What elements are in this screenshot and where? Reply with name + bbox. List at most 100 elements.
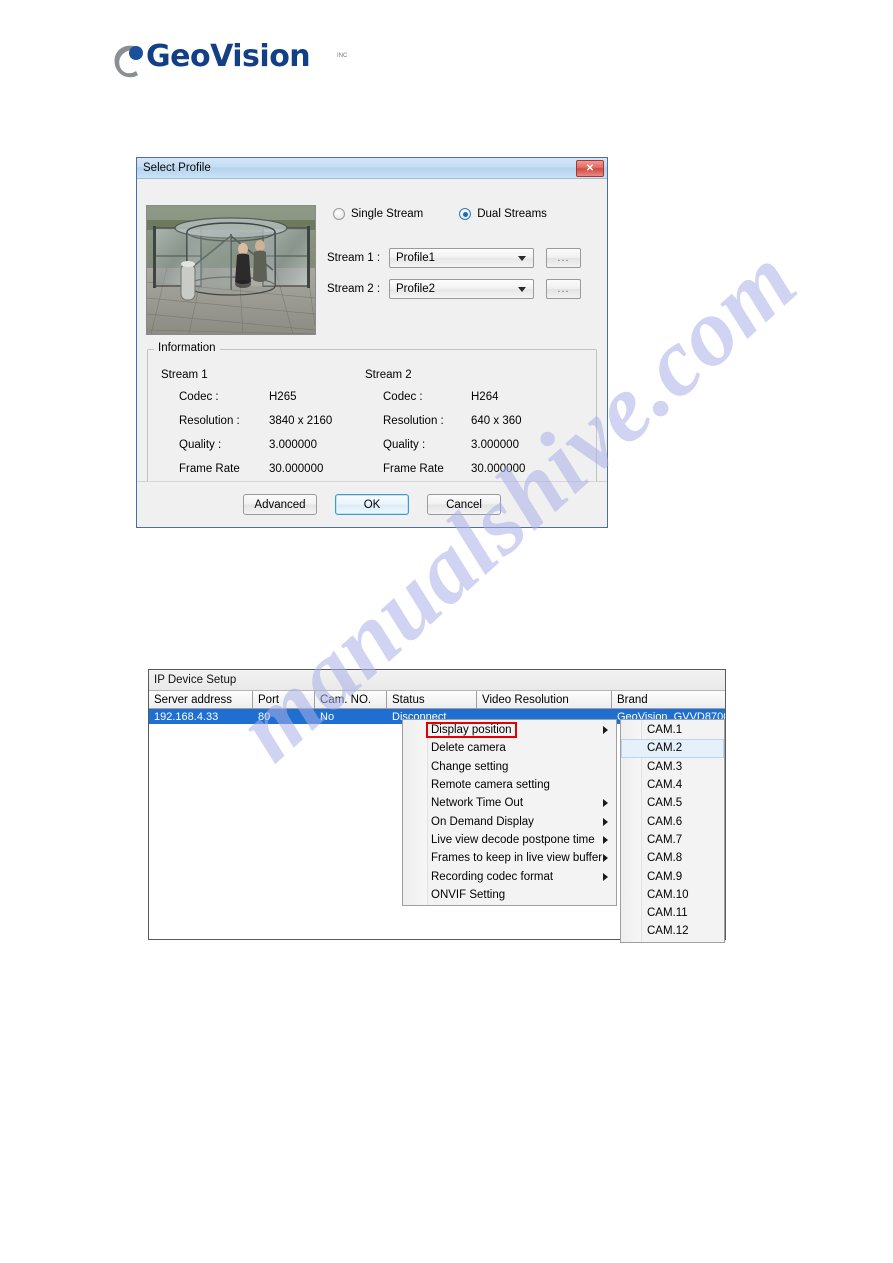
advanced-button[interactable]: Advanced	[243, 494, 317, 515]
stream-2-label: Stream 2 :	[327, 283, 381, 295]
submenu-item-cam-1[interactable]: CAM.1	[621, 721, 724, 739]
device-table-header: Server address Port Cam. NO. Status Vide…	[149, 691, 725, 709]
chevron-right-icon	[603, 817, 608, 826]
stream-1-codec-value: H265	[269, 391, 297, 403]
select-profile-titlebar[interactable]: Select Profile ✕	[137, 158, 607, 179]
submenu-item-cam-4[interactable]: CAM.4	[621, 776, 724, 794]
context-menu-item-label: Delete camera	[431, 742, 506, 755]
stream-1-framerate-key: Frame Rate	[179, 463, 240, 475]
geovision-logo-icon	[114, 45, 143, 78]
radio-dual-streams-indicator	[459, 208, 472, 220]
context-menu-item-label: On Demand Display	[431, 815, 534, 828]
submenu-item-cam-7[interactable]: CAM.7	[621, 831, 724, 849]
stream-1-framerate-value: 30.000000	[269, 463, 324, 475]
device-context-menu: Display position Delete camera Change se…	[402, 719, 617, 906]
stream-1-label: Stream 1 :	[327, 252, 381, 264]
radio-dual-streams-label: Dual Streams	[477, 208, 547, 220]
cancel-button[interactable]: Cancel	[427, 494, 501, 515]
stream-2-browse-button[interactable]: ...	[546, 279, 581, 299]
stream-2-codec-key: Codec :	[383, 391, 423, 403]
submenu-item-label: CAM.4	[647, 779, 683, 792]
context-menu-item-delete-camera[interactable]: Delete camera	[403, 739, 616, 757]
stream-1-quality-key: Quality :	[179, 439, 222, 451]
close-icon[interactable]: ✕	[576, 160, 604, 177]
context-menu-item-display-position[interactable]: Display position	[403, 721, 616, 739]
submenu-item-cam-2[interactable]: CAM.2	[621, 739, 724, 758]
submenu-item-label: CAM.2	[647, 742, 683, 755]
context-menu-item-change-setting[interactable]: Change setting	[403, 758, 616, 776]
stream-1-browse-button[interactable]: ...	[546, 248, 581, 268]
chevron-down-icon	[518, 255, 526, 261]
radio-single-stream[interactable]: Single Stream	[333, 208, 423, 220]
context-menu-item-label: Frames to keep in live view buffer	[431, 852, 603, 865]
context-menu-item-label: Change setting	[431, 760, 509, 773]
chevron-right-icon	[603, 726, 608, 735]
geovision-logo-sub: INC	[337, 53, 348, 59]
submenu-item-label: CAM.3	[647, 760, 683, 773]
column-header-port[interactable]: Port	[253, 691, 315, 708]
context-menu-item-recording-codec-format[interactable]: Recording codec format	[403, 867, 616, 885]
geovision-logo: GeoVision INC	[112, 39, 372, 85]
stream-1-codec-key: Codec :	[179, 391, 219, 403]
context-menu-item-label: Recording codec format	[431, 870, 554, 883]
submenu-item-label: CAM.10	[647, 888, 689, 901]
submenu-item-cam-11[interactable]: CAM.11	[621, 904, 724, 922]
context-menu-item-remote-camera-setting[interactable]: Remote camera setting	[403, 776, 616, 794]
submenu-item-cam-8[interactable]: CAM.8	[621, 849, 724, 867]
submenu-item-cam-5[interactable]: CAM.5	[621, 794, 724, 812]
cell-cam-no: No	[320, 710, 335, 723]
column-header-cam-no[interactable]: Cam. NO.	[315, 691, 387, 708]
stream-2-row: Stream 2 : Profile2 ...	[327, 278, 581, 300]
submenu-item-label: CAM.11	[647, 907, 688, 920]
select-profile-dialog: Select Profile ✕ Single Stream Dual Stre…	[136, 157, 608, 528]
stream-1-profile-select[interactable]: Profile1	[389, 248, 534, 268]
submenu-item-label: CAM.1	[647, 724, 683, 737]
context-menu-item-network-time-out[interactable]: Network Time Out	[403, 794, 616, 812]
submenu-item-cam-6[interactable]: CAM.6	[621, 812, 724, 830]
camera-preview-thumbnail	[146, 205, 316, 335]
radio-single-stream-label: Single Stream	[351, 208, 424, 220]
submenu-item-cam-3[interactable]: CAM.3	[621, 758, 724, 776]
stream-1-resolution-key: Resolution :	[179, 415, 240, 427]
cell-port: 80	[258, 710, 271, 723]
context-menu-item-onvif-setting[interactable]: ONVIF Setting	[403, 886, 616, 904]
cell-server-address: 192.168.4.33	[154, 710, 219, 723]
chevron-right-icon	[603, 854, 608, 863]
stream-2-codec-value: H264	[471, 391, 499, 403]
stream-2-profile-value: Profile2	[396, 283, 435, 295]
column-header-video-resolution[interactable]: Video Resolution	[477, 691, 612, 708]
select-profile-body: Single Stream Dual Streams Stream 1 : Pr…	[137, 179, 607, 527]
column-header-server-address[interactable]: Server address	[149, 691, 253, 708]
submenu-item-label: CAM.6	[647, 815, 683, 828]
context-menu-item-live-view-decode-postpone-time[interactable]: Live view decode postpone time	[403, 831, 616, 849]
stream-1-quality-value: 3.000000	[269, 439, 317, 451]
geovision-logo-text: GeoVision	[146, 39, 311, 74]
submenu-item-label: CAM.8	[647, 852, 683, 865]
chevron-right-icon	[603, 835, 608, 844]
submenu-item-cam-9[interactable]: CAM.9	[621, 867, 724, 885]
radio-single-stream-indicator	[333, 208, 345, 220]
stream-mode-radio-group: Single Stream Dual Streams	[333, 208, 583, 220]
stream-2-framerate-value: 30.000000	[471, 463, 526, 475]
stream-2-profile-select[interactable]: Profile2	[389, 279, 534, 299]
stream-2-quality-key: Quality :	[383, 439, 426, 451]
context-menu-item-frames-to-keep-in-live-view-buffer[interactable]: Frames to keep in live view buffer	[403, 849, 616, 867]
submenu-item-cam-12[interactable]: CAM.12	[621, 922, 724, 940]
submenu-item-label: CAM.5	[647, 797, 683, 810]
stream-2-framerate-key: Frame Rate	[383, 463, 444, 475]
ip-device-setup-titlebar[interactable]: IP Device Setup	[149, 670, 725, 691]
stream-1-resolution-value: 3840 x 2160	[269, 415, 333, 427]
radio-dual-streams[interactable]: Dual Streams	[459, 208, 547, 220]
ok-button[interactable]: OK	[335, 494, 409, 515]
column-header-status[interactable]: Status	[387, 691, 477, 708]
stream-1-row: Stream 1 : Profile1 ...	[327, 247, 581, 269]
select-profile-footer: Advanced OK Cancel	[137, 481, 607, 527]
column-header-brand[interactable]: Brand	[612, 691, 725, 708]
submenu-item-label: CAM.12	[647, 925, 689, 938]
submenu-item-cam-10[interactable]: CAM.10	[621, 886, 724, 904]
submenu-item-label: CAM.9	[647, 870, 683, 883]
display-position-submenu: CAM.1 CAM.2 CAM.3 CAM.4 CAM.5 CAM.6 CAM.…	[620, 719, 725, 943]
chevron-right-icon	[603, 799, 608, 808]
ip-device-setup-title: IP Device Setup	[154, 674, 237, 686]
context-menu-item-on-demand-display[interactable]: On Demand Display	[403, 812, 616, 830]
